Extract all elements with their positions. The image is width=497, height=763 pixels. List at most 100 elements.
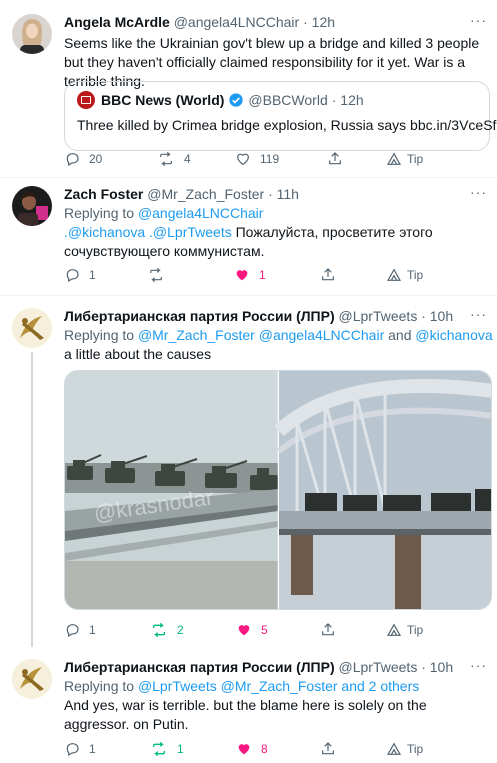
tweet-time[interactable]: · 10h	[421, 308, 453, 324]
reply-count: 20	[89, 152, 103, 166]
like-count: 119	[260, 152, 280, 166]
reply-mention[interactable]: @Mr_Zach_Foster @angela4LNCChair	[138, 327, 384, 343]
like-button[interactable]: 8	[236, 740, 268, 758]
quote-text: Three killed by Crimea bridge explosion,…	[77, 117, 497, 133]
reply-button[interactable]: 1	[64, 740, 96, 758]
more-icon[interactable]: ···	[470, 184, 487, 200]
reply-mention[interactable]: @kichanova	[415, 327, 492, 343]
retweet-button[interactable]: 4	[157, 150, 191, 168]
heart-icon	[238, 625, 250, 636]
like-button[interactable]: 5	[236, 621, 268, 639]
tweet-actions: 20 4 119 Tip	[64, 150, 434, 168]
share-button[interactable]	[320, 621, 336, 639]
author-handle[interactable]: @LprTweets	[339, 308, 418, 324]
tweet-actions: 1 1 8 Tip	[64, 740, 434, 758]
author-name[interactable]: Zach Foster	[64, 186, 143, 202]
tip-button[interactable]: Tip	[386, 266, 423, 284]
reply-button[interactable]: 20	[64, 150, 102, 168]
tweet-angela[interactable]: Angela McArdle @angela4LNCChair · 12h ··…	[0, 0, 497, 178]
share-icon	[322, 742, 334, 755]
tweet-media[interactable]: @krasnodar	[64, 370, 492, 610]
tweet-time[interactable]: · 11h	[268, 186, 299, 202]
tweet-actions: 1 2 5 Tip	[64, 621, 434, 639]
like-count: 8	[261, 742, 268, 756]
quoted-tweet[interactable]: BBC News (World) @BBCWorld · 12h Three k…	[64, 81, 497, 151]
tip-button[interactable]: Tip	[386, 621, 423, 639]
tip-label: Tip	[407, 623, 424, 637]
retweet-count: 2	[177, 623, 184, 637]
avatar[interactable]	[12, 659, 52, 699]
retweet-button[interactable]: 2	[150, 621, 184, 639]
reply-button[interactable]: 1	[64, 266, 96, 284]
avatar[interactable]	[12, 308, 52, 348]
more-icon[interactable]: ···	[470, 12, 487, 28]
author-handle[interactable]: @angela4LNCChair	[174, 14, 300, 30]
tip-icon	[386, 152, 402, 165]
lpr-logo-icon	[12, 659, 52, 699]
mention-link[interactable]: .@kichanova	[64, 224, 145, 240]
tip-label: Tip	[407, 268, 424, 282]
reply-count: 1	[89, 742, 96, 756]
share-button[interactable]	[327, 150, 343, 168]
quote-time: · 12h	[331, 92, 364, 108]
tip-label: Tip	[407, 152, 424, 166]
replying-prefix: Replying to	[64, 327, 138, 343]
lpr-logo-icon	[12, 308, 52, 348]
author-handle[interactable]: @LprTweets	[339, 659, 418, 675]
reply-mention[interactable]: @LprTweets @Mr_Zach_Foster and 2 others	[138, 678, 419, 694]
avatar[interactable]	[12, 14, 52, 54]
retweet-button[interactable]: 1	[150, 740, 184, 758]
retweet-button[interactable]	[147, 266, 165, 284]
reply-count: 1	[89, 268, 96, 282]
verified-icon	[228, 92, 244, 108]
replying-to: Replying to @Mr_Zach_Foster @angela4LNCC…	[64, 326, 493, 345]
reply-button[interactable]: 1	[64, 621, 96, 639]
tweet-text: .@kichanova .@LprTweets Пожалуйста, прос…	[64, 223, 483, 261]
reply-count: 1	[89, 623, 96, 637]
tweet-time[interactable]: · 10h	[421, 659, 453, 675]
like-button[interactable]: 119	[235, 150, 279, 168]
avatar[interactable]	[12, 186, 52, 226]
like-button[interactable]: 1	[234, 266, 266, 284]
tip-label: Tip	[407, 742, 424, 756]
retweet-count: 1	[177, 742, 184, 756]
quote-author-handle: @BBCWorld	[248, 92, 328, 108]
tip-button[interactable]: Tip	[386, 150, 423, 168]
tweet-actions: 1 1 Tip	[64, 266, 434, 284]
tweet-text: a little about the causes	[64, 346, 212, 362]
replying-to: Replying to @LprTweets @Mr_Zach_Foster a…	[64, 677, 483, 696]
quote-author-name: BBC News (World)	[101, 92, 225, 108]
share-icon	[322, 623, 334, 636]
retweet-icon	[153, 622, 165, 638]
author-name[interactable]: Angela McArdle	[64, 14, 170, 30]
tweet-text: And yes, war is terrible. but the blame …	[64, 697, 427, 732]
author-name[interactable]: Либертарианская партия России (ЛПР)	[64, 659, 335, 675]
photo-convoy[interactable]: @krasnodar	[65, 371, 278, 610]
replying-to: Replying to @angela4LNCChair	[64, 204, 483, 223]
replying-prefix: Replying to	[64, 205, 138, 221]
retweet-icon	[160, 151, 172, 167]
reply-icon	[66, 153, 79, 167]
thread-line	[31, 352, 33, 647]
reply-mention[interactable]: @angela4LNCChair	[138, 205, 264, 221]
tweet-zach[interactable]: Zach Foster @Mr_Zach_Foster · 11h ··· Re…	[0, 178, 497, 296]
tip-button[interactable]: Tip	[386, 740, 423, 758]
tweet-lpr-2[interactable]: Либертарианская партия России (ЛПР) @Lpr…	[0, 647, 497, 763]
more-icon[interactable]: ···	[470, 657, 487, 673]
share-button[interactable]	[320, 266, 336, 284]
retweet-icon	[150, 267, 162, 283]
more-icon[interactable]: ···	[470, 306, 487, 322]
bbc-avatar-icon	[77, 91, 95, 109]
heart-icon	[236, 270, 248, 281]
retweet-count: 4	[184, 152, 191, 166]
share-button[interactable]	[320, 740, 336, 758]
like-count: 5	[261, 623, 268, 637]
like-count: 1	[259, 268, 266, 282]
tweet-time[interactable]: · 12h	[303, 14, 335, 30]
heart-icon	[237, 153, 249, 166]
author-name[interactable]: Либертарианская партия России (ЛПР)	[64, 308, 335, 324]
author-handle[interactable]: @Mr_Zach_Foster	[147, 186, 264, 202]
mention-link[interactable]: .@LprTweets	[145, 224, 232, 240]
tip-icon	[386, 623, 402, 636]
photo-bridge[interactable]	[274, 371, 492, 610]
